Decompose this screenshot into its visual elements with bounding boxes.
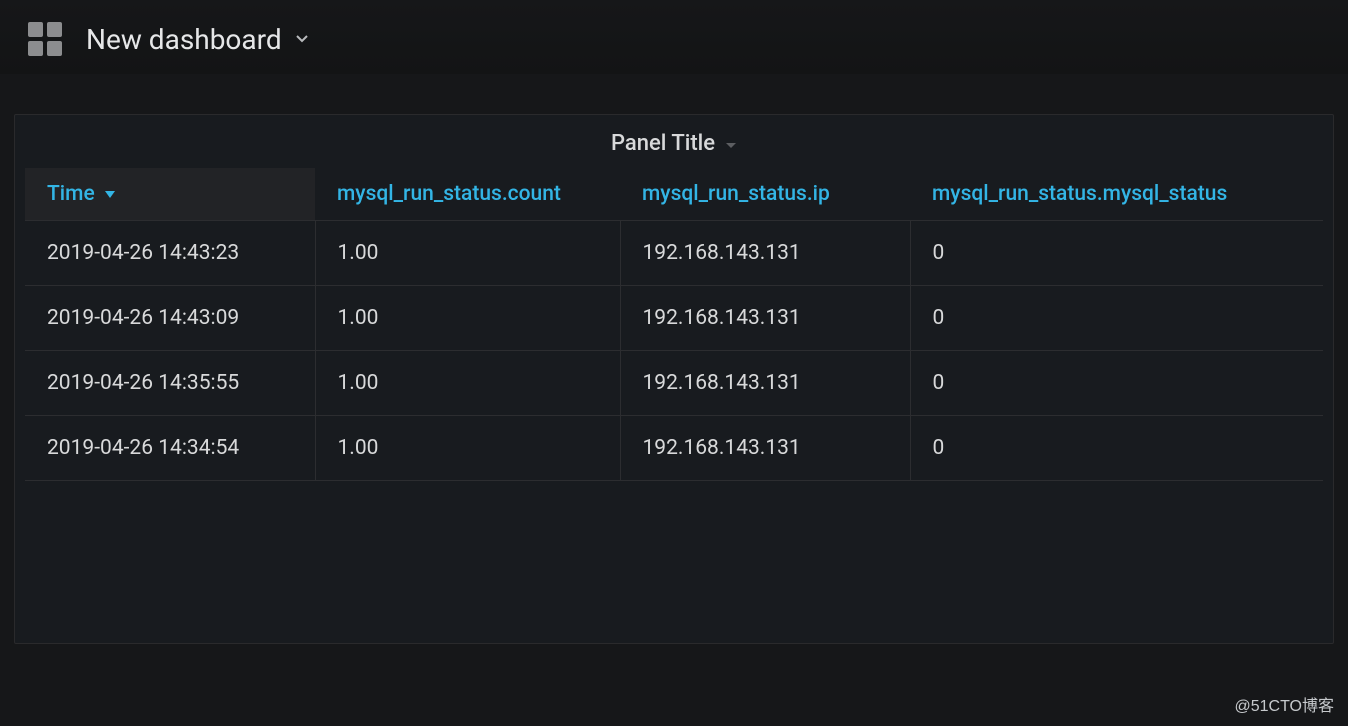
dashboard-title-text: New dashboard — [86, 23, 282, 56]
table-header-row: Time mysql_run_status.count mysql_run_st… — [25, 168, 1323, 221]
cell-time: 2019-04-26 14:35:55 — [25, 351, 315, 416]
table-row: 2019-04-26 14:43:231.00192.168.143.1310 — [25, 221, 1323, 286]
cell-count: 1.00 — [315, 416, 620, 481]
panel-title-dropdown[interactable]: Panel Title — [611, 131, 737, 156]
column-header-label: Time — [47, 182, 95, 206]
column-header-label: mysql_run_status.ip — [642, 182, 830, 206]
cell-time: 2019-04-26 14:34:54 — [25, 416, 315, 481]
panel-title-bar: Panel Title — [15, 115, 1333, 168]
cell-count: 1.00 — [315, 221, 620, 286]
table-row: 2019-04-26 14:34:541.00192.168.143.1310 — [25, 416, 1323, 481]
panel-title-text: Panel Title — [611, 131, 715, 156]
table-row: 2019-04-26 14:35:551.00192.168.143.1310 — [25, 351, 1323, 416]
dashboard-header: New dashboard — [0, 0, 1348, 74]
chevron-down-icon — [296, 35, 308, 43]
watermark: @51CTO博客 — [1234, 692, 1334, 716]
dashboard-title-dropdown[interactable]: New dashboard — [86, 23, 308, 56]
column-header-label: mysql_run_status.count — [337, 182, 561, 206]
cell-status: 0 — [910, 416, 1323, 481]
cell-ip: 192.168.143.131 — [620, 286, 910, 351]
sort-desc-icon — [104, 182, 116, 206]
column-header-time[interactable]: Time — [25, 168, 315, 221]
cell-count: 1.00 — [315, 286, 620, 351]
column-header-status[interactable]: mysql_run_status.mysql_status — [910, 168, 1323, 221]
cell-ip: 192.168.143.131 — [620, 351, 910, 416]
column-header-label: mysql_run_status.mysql_status — [932, 182, 1227, 206]
cell-time: 2019-04-26 14:43:09 — [25, 286, 315, 351]
caret-down-icon — [725, 131, 737, 156]
cell-status: 0 — [910, 351, 1323, 416]
table-row: 2019-04-26 14:43:091.00192.168.143.1310 — [25, 286, 1323, 351]
data-table: Time mysql_run_status.count mysql_run_st… — [25, 168, 1323, 481]
cell-status: 0 — [910, 286, 1323, 351]
column-header-ip[interactable]: mysql_run_status.ip — [620, 168, 910, 221]
cell-time: 2019-04-26 14:43:23 — [25, 221, 315, 286]
column-header-count[interactable]: mysql_run_status.count — [315, 168, 620, 221]
cell-ip: 192.168.143.131 — [620, 416, 910, 481]
cell-count: 1.00 — [315, 351, 620, 416]
cell-status: 0 — [910, 221, 1323, 286]
panel: Panel Title Time mysql_run_status.count — [14, 114, 1334, 644]
dashboard-icon[interactable] — [28, 22, 62, 56]
cell-ip: 192.168.143.131 — [620, 221, 910, 286]
